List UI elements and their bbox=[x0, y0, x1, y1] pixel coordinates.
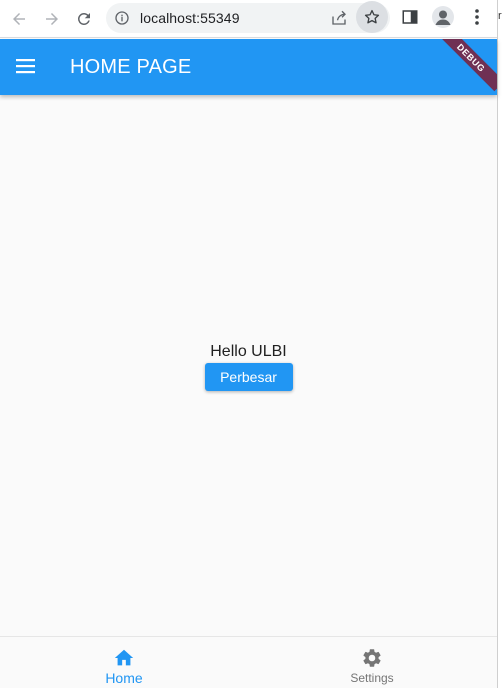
app-body: Hello ULBI Perbesar bbox=[0, 95, 497, 636]
star-icon bbox=[364, 9, 380, 24]
kebab-menu-icon[interactable] bbox=[470, 8, 484, 26]
bookmark-button[interactable] bbox=[356, 1, 388, 33]
share-icon[interactable] bbox=[330, 9, 348, 27]
nav-label-home: Home bbox=[105, 670, 143, 686]
forward-button[interactable] bbox=[40, 7, 64, 31]
reload-button[interactable] bbox=[72, 7, 96, 31]
back-button[interactable] bbox=[7, 7, 31, 31]
profile-icon[interactable] bbox=[432, 6, 454, 28]
greeting-text: Hello ULBI bbox=[210, 343, 287, 360]
arrow-right-icon bbox=[46, 13, 58, 25]
perbesar-button[interactable]: Perbesar bbox=[204, 363, 293, 391]
debug-banner: DEBUG bbox=[437, 39, 497, 92]
hamburger-icon[interactable] bbox=[16, 57, 36, 75]
debug-banner-container: DEBUG bbox=[437, 39, 497, 95]
nav-label-settings: Settings bbox=[350, 671, 394, 685]
reload-icon bbox=[77, 12, 90, 25]
app-bar: HOME PAGE bbox=[0, 39, 497, 95]
adjacent-window-text: r bbox=[498, 10, 502, 22]
nav-item-home[interactable]: Home bbox=[0, 637, 248, 688]
info-icon[interactable] bbox=[114, 10, 130, 26]
gear-icon bbox=[363, 649, 381, 667]
address-bar[interactable]: localhost:55349 bbox=[106, 3, 390, 33]
center-content: Hello ULBI Perbesar bbox=[0, 343, 497, 391]
side-panel-icon[interactable] bbox=[401, 8, 419, 26]
adjacent-window-edge bbox=[497, 0, 503, 688]
url-text[interactable]: localhost:55349 bbox=[140, 10, 240, 26]
arrow-left-icon bbox=[13, 13, 25, 25]
bottom-navigation-bar: Home Settings bbox=[0, 636, 497, 688]
nav-item-settings[interactable]: Settings bbox=[248, 637, 496, 688]
page-title: HOME PAGE bbox=[70, 56, 192, 78]
browser-toolbar: localhost:55349 bbox=[0, 0, 497, 38]
home-icon bbox=[114, 649, 134, 666]
